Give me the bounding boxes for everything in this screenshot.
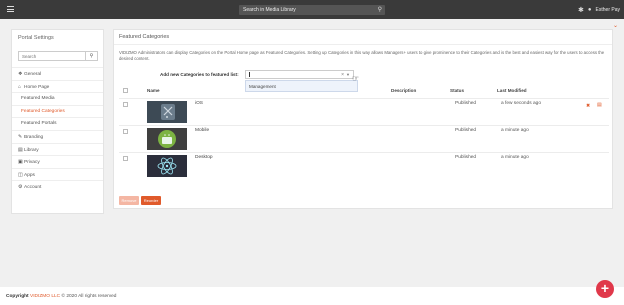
column-status[interactable]: Status (450, 88, 464, 93)
top-navbar: Search in Media Library ⚲ ✱ ● Esther Pay (0, 0, 624, 19)
ios-thumbnail (147, 101, 187, 123)
sidebar-item-library[interactable]: ▤Library (12, 142, 103, 156)
row-status: Published (455, 101, 477, 106)
sidebar-item-privacy[interactable]: ▣Privacy (12, 155, 103, 168)
sidebar-search-input[interactable] (19, 52, 85, 60)
sidebar-item-general[interactable]: ❖ General (12, 67, 103, 80)
android-thumbnail (147, 128, 187, 150)
reorder-button[interactable]: Reorder (141, 196, 161, 205)
search-icon[interactable]: ⚲ (85, 52, 97, 60)
remove-button[interactable]: Remove (119, 196, 139, 205)
add-categories-label: Add new Categories to featured list: (160, 72, 239, 77)
gear-icon[interactable]: ✱ (578, 6, 584, 14)
user-name[interactable]: Esther Pay (596, 7, 620, 13)
row-checkbox[interactable] (123, 102, 128, 107)
row-status: Published (455, 128, 477, 133)
copyright-text: Copyright VIDIZMO LLC © 2020 All rights … (6, 294, 117, 299)
sidebar-item-home-page[interactable]: ⌂ Home Page (12, 79, 103, 93)
row-name[interactable]: Desktop (195, 155, 213, 160)
brand-link[interactable]: VIDIZMO LLC (30, 294, 60, 299)
table-row[interactable]: iOS Published a few seconds ago ✖ ▤ (119, 98, 609, 125)
clear-icon[interactable]: × (341, 71, 344, 79)
mouse-pointer-icon: ☞ (352, 74, 360, 83)
text-caret (249, 72, 250, 77)
user-icon[interactable]: ● (588, 7, 592, 13)
global-search-input[interactable]: Search in Media Library ⚲ (239, 5, 385, 15)
footer: Copyright VIDIZMO LLC © 2020 All rights … (0, 287, 624, 305)
row-checkbox[interactable] (123, 129, 128, 134)
sidebar-title: Portal Settings (18, 35, 54, 41)
row-modified: a few seconds ago (501, 101, 542, 106)
sidebar-search: ⚲ (18, 51, 98, 61)
global-search-value: Search in Media Library (243, 7, 296, 13)
column-name[interactable]: Name (147, 88, 160, 93)
page-title: Featured Categories (119, 34, 170, 40)
add-fab-button[interactable]: + (596, 280, 614, 298)
column-last-modified[interactable]: Last Modified (497, 88, 527, 93)
add-categories-select[interactable]: × ▼ (245, 70, 354, 79)
sidebar-item-apps[interactable]: ◫Apps (12, 167, 103, 181)
sidebar-item-featured-categories[interactable]: Featured Categories (12, 104, 103, 118)
select-all-checkbox[interactable] (123, 88, 128, 93)
row-checkbox[interactable] (123, 156, 128, 161)
row-name[interactable]: Mobile (195, 128, 209, 133)
sidebar-item-branding[interactable]: ✎ Branding (12, 129, 103, 143)
chevron-down-icon[interactable]: ⌄ (613, 22, 618, 29)
page-description: VIDIZMO Administrators can display Categ… (119, 50, 605, 61)
sidebar-item-featured-media[interactable]: Featured Media (12, 92, 103, 105)
featured-categories-panel: Featured Categories VIDIZMO Administrato… (113, 29, 613, 209)
row-modified: a minute ago (501, 155, 529, 160)
row-status: Published (455, 155, 477, 160)
remove-icon[interactable]: ✖ (586, 103, 590, 109)
search-icon[interactable]: ⚲ (378, 5, 382, 15)
row-name[interactable]: iOS (195, 101, 203, 106)
table-row[interactable]: Desktop Published a minute ago (119, 152, 609, 179)
settings-sidebar: Portal Settings ⚲ ❖General ⌂Home Page Fe… (11, 29, 104, 214)
table-header: Name Description Status Last Modified (119, 88, 609, 96)
caret-down-icon[interactable]: ▼ (346, 71, 350, 79)
divider (114, 44, 612, 45)
hamburger-menu-icon[interactable] (7, 6, 14, 12)
column-description[interactable]: Description (391, 88, 416, 93)
electron-thumbnail (147, 155, 187, 177)
sidebar-menu: ❖ General ⌂ Home Page Featured Media Featu… (12, 67, 103, 193)
table-row[interactable]: Mobile Published a minute ago (119, 125, 609, 152)
row-modified: a minute ago (501, 128, 529, 133)
sidebar-item-featured-portals[interactable]: Featured Portals (12, 117, 103, 130)
sidebar-item-account[interactable]: ⚙ Account (12, 180, 103, 193)
trash-icon[interactable]: ▤ (597, 102, 602, 108)
